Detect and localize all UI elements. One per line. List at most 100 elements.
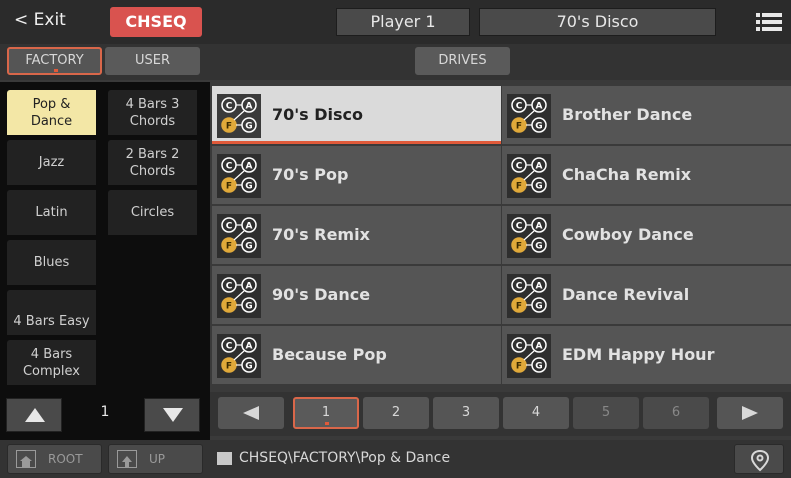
chord-sequence-item[interactable]: C A F G EDM Happy Hour bbox=[502, 326, 791, 384]
top-bar: < Exit CHSEQ Player 1 70's Disco bbox=[0, 0, 791, 44]
chseq-mode-button[interactable]: CHSEQ bbox=[110, 7, 202, 37]
active-indicator bbox=[54, 69, 58, 72]
folder-label: Chords bbox=[129, 163, 176, 179]
folder-label: 4 Bars Easy bbox=[13, 314, 90, 329]
chord-sequence-icon: C A F G bbox=[217, 334, 261, 378]
page-button-3[interactable]: 3 bbox=[433, 397, 499, 429]
chord-sequence-name: 70's Disco bbox=[272, 105, 364, 124]
folder-page-number: 1 bbox=[100, 404, 110, 420]
chord-sequence-item[interactable]: C A F G ChaCha Remix bbox=[502, 146, 791, 204]
svg-text:G: G bbox=[535, 122, 542, 132]
folder-label: Pop & bbox=[32, 96, 71, 112]
up-button[interactable]: UP bbox=[108, 444, 203, 474]
folder-label: 4 Bars 3 bbox=[125, 96, 180, 112]
chord-sequence-name: Dance Revival bbox=[562, 285, 690, 304]
chord-sequence-icon: C A F G bbox=[507, 154, 551, 198]
svg-text:F: F bbox=[516, 182, 522, 192]
chord-sequence-item[interactable]: C A F G Brother Dance bbox=[502, 86, 791, 144]
chord-sequence-item[interactable]: C A F G Cowboy Dance bbox=[502, 206, 791, 264]
folder-latin[interactable]: Latin bbox=[7, 190, 96, 235]
tab-row: FACTORY USER DRIVES bbox=[0, 44, 791, 80]
arrow-left-icon bbox=[243, 406, 259, 420]
chord-sequence-icon: C A F G bbox=[507, 274, 551, 318]
svg-text:F: F bbox=[516, 362, 522, 372]
root-label: ROOT bbox=[48, 452, 83, 466]
svg-text:G: G bbox=[535, 362, 542, 372]
menu-icon[interactable] bbox=[756, 12, 782, 32]
folder-4-bars-complex[interactable]: 4 Bars Complex bbox=[7, 340, 96, 385]
folder-blues[interactable]: Blues bbox=[7, 240, 96, 285]
svg-text:F: F bbox=[516, 302, 522, 312]
page-selector: 1 2 3 4 5 6 bbox=[210, 392, 791, 436]
tab-drives[interactable]: DRIVES bbox=[415, 47, 510, 75]
chord-sequence-item[interactable]: C A F G Because Pop bbox=[212, 326, 501, 384]
svg-text:A: A bbox=[536, 222, 543, 232]
chord-sequence-item[interactable]: C A F G 70's Remix bbox=[212, 206, 501, 264]
chord-sequence-icon: C A F G bbox=[217, 94, 261, 138]
chord-sequence-item[interactable]: C A F G 70's Disco bbox=[212, 86, 501, 144]
location-pin-icon bbox=[750, 449, 770, 472]
svg-text:F: F bbox=[516, 122, 522, 132]
current-style-name[interactable]: 70's Disco bbox=[479, 8, 716, 36]
current-path: CHSEQ\FACTORY\Pop & Dance bbox=[239, 450, 451, 466]
svg-text:G: G bbox=[245, 182, 252, 192]
svg-text:G: G bbox=[535, 182, 542, 192]
folder-4-bars-3-chords[interactable]: 4 Bars 3 Chords bbox=[108, 90, 197, 135]
tab-user[interactable]: USER bbox=[105, 47, 200, 75]
svg-text:G: G bbox=[245, 362, 252, 372]
chord-sequence-name: 70's Remix bbox=[272, 225, 370, 244]
folder-page-up-button[interactable] bbox=[6, 398, 62, 432]
folder-4-bars-easy[interactable]: 4 Bars Easy bbox=[7, 290, 96, 335]
tab-factory-label: FACTORY bbox=[25, 53, 84, 68]
exit-button[interactable]: < Exit bbox=[14, 10, 66, 30]
folder-label: 4 Bars bbox=[30, 346, 73, 362]
chord-sequence-icon: C A F G bbox=[507, 334, 551, 378]
chord-sequence-icon: C A F G bbox=[217, 214, 261, 258]
svg-text:F: F bbox=[226, 302, 232, 312]
folder-page-down-button[interactable] bbox=[144, 398, 200, 432]
tab-factory[interactable]: FACTORY bbox=[7, 47, 102, 75]
chord-sequence-item[interactable]: C A F G 70's Pop bbox=[212, 146, 501, 204]
folder-2-bars-2-chords[interactable]: 2 Bars 2 Chords bbox=[108, 140, 197, 185]
svg-text:C: C bbox=[226, 102, 233, 112]
folder-up-icon bbox=[117, 450, 137, 468]
folder-label: Circles bbox=[130, 205, 175, 220]
previous-page-button[interactable] bbox=[218, 397, 284, 429]
svg-text:F: F bbox=[226, 362, 232, 372]
folder-circles[interactable]: Circles bbox=[108, 190, 197, 235]
svg-text:A: A bbox=[536, 102, 543, 112]
svg-text:F: F bbox=[226, 122, 232, 132]
chord-sequence-icon: C A F G bbox=[217, 154, 261, 198]
player-selector[interactable]: Player 1 bbox=[336, 8, 470, 36]
svg-text:A: A bbox=[536, 282, 543, 292]
svg-text:G: G bbox=[535, 302, 542, 312]
folder-pop-dance[interactable]: Pop & Dance bbox=[7, 90, 96, 135]
folder-label: Jazz bbox=[38, 155, 65, 170]
page-button-1[interactable]: 1 bbox=[293, 397, 359, 429]
folder-label: Complex bbox=[22, 363, 81, 379]
page-button-2[interactable]: 2 bbox=[363, 397, 429, 429]
chord-sequence-name: 70's Pop bbox=[272, 165, 349, 184]
svg-text:C: C bbox=[516, 282, 523, 292]
chord-sequence-name: Brother Dance bbox=[562, 105, 693, 124]
active-indicator bbox=[325, 422, 329, 425]
root-button[interactable]: ROOT bbox=[7, 444, 102, 474]
chord-sequence-name: Cowboy Dance bbox=[562, 225, 694, 244]
svg-text:C: C bbox=[226, 342, 233, 352]
page-button-4[interactable]: 4 bbox=[503, 397, 569, 429]
page-button-5[interactable]: 5 bbox=[573, 397, 639, 429]
chord-sequence-item[interactable]: C A F G Dance Revival bbox=[502, 266, 791, 324]
folder-jazz[interactable]: Jazz bbox=[7, 140, 96, 185]
svg-text:A: A bbox=[246, 162, 253, 172]
next-page-button[interactable] bbox=[717, 397, 783, 429]
svg-text:F: F bbox=[226, 182, 232, 192]
chord-sequence-item[interactable]: C A F G 90's Dance bbox=[212, 266, 501, 324]
folder-label: Dance bbox=[30, 113, 73, 129]
page-button-6[interactable]: 6 bbox=[643, 397, 709, 429]
chord-sequence-name: Because Pop bbox=[272, 345, 387, 364]
svg-text:A: A bbox=[246, 102, 253, 112]
svg-text:A: A bbox=[536, 342, 543, 352]
svg-text:C: C bbox=[516, 222, 523, 232]
svg-text:C: C bbox=[226, 222, 233, 232]
locate-button[interactable] bbox=[734, 444, 784, 474]
